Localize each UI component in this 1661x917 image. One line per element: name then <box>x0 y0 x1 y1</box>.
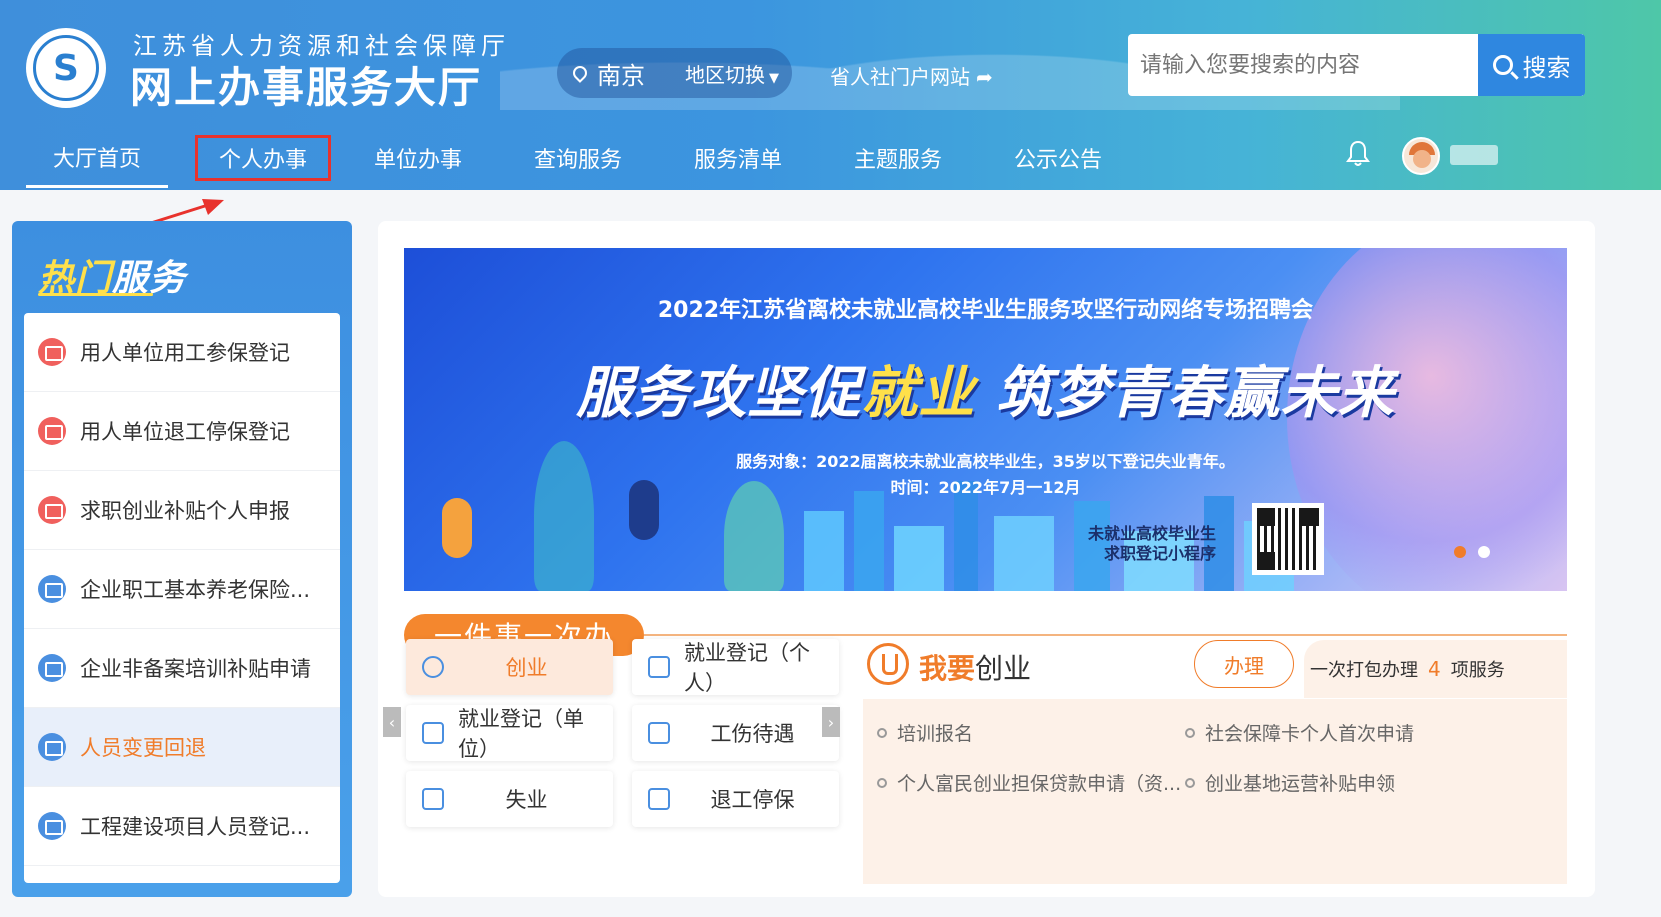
hot-services-list: 用人单位用工参保登记 用人单位退工停保登记 求职创业补贴个人申报 企业职工基本养… <box>24 313 340 883</box>
nav-item-unit[interactable]: 单位办事 <box>338 128 498 188</box>
card-icon <box>38 338 66 366</box>
tile-label: 退工停保 <box>710 788 795 812</box>
hot-title-underline <box>38 293 153 296</box>
doc-icon <box>38 575 66 603</box>
hot-service-label: 求职创业补贴个人申报 <box>80 499 290 523</box>
hot-services-panel: 热门服务 用人单位用工参保登记 用人单位退工停保登记 求职创业补贴个人申报 企业… <box>12 221 352 897</box>
prev-page-button[interactable]: ‹ <box>383 707 401 737</box>
detail-header: 我要创业 办理 一次打包办理 4 项服务 <box>863 639 1567 699</box>
nav-item-theme[interactable]: 主题服务 <box>818 128 978 188</box>
site-title: 网上办事服务大厅 <box>130 63 483 112</box>
location-pin-icon <box>570 63 590 83</box>
region-selector: 南京 地区切换 ▼ <box>557 48 792 98</box>
qr-code <box>1252 503 1324 575</box>
hot-service-label: 用人单位用工参保登记 <box>80 341 290 365</box>
logo-emblem: S <box>33 35 99 101</box>
bullet-icon <box>1185 727 1195 738</box>
region-city: 南京 <box>597 61 645 90</box>
banner-time-text: 时间：2022年7月一12月 <box>890 478 1081 497</box>
banner-subtitle: 2022年江苏省离校未就业高校毕业生服务攻坚行动网络专场招聘会 <box>657 298 1314 323</box>
nav-item-service-list[interactable]: 服务清单 <box>658 128 818 188</box>
service-link[interactable]: 个人富民创业担保贷款申请（资... <box>877 769 1181 796</box>
tile-stop-insurance[interactable]: 退工停保 <box>632 771 839 827</box>
hot-service-item[interactable]: 企业非备案培训补贴申请 <box>24 629 340 708</box>
hot-service-item[interactable]: 求职创业补贴个人申报 <box>24 471 340 550</box>
hot-service-label: 企业非备案培训补贴申请 <box>80 657 311 681</box>
main-content: 2022年江苏省离校未就业高校毕业生服务攻坚行动网络专场招聘会 服务攻坚促就业 … <box>378 221 1595 897</box>
briefcase-icon <box>422 788 444 810</box>
nav-item-personal[interactable]: 个人办事 <box>188 128 338 188</box>
banner-headline: 服务攻坚促就业 筑梦青春赢未来 <box>576 361 1395 426</box>
tile-label: 工伤待遇 <box>710 722 795 746</box>
service-link[interactable]: 创业基地运营补贴申领 <box>1185 769 1395 796</box>
doc-icon <box>38 654 66 682</box>
injury-icon <box>648 722 670 744</box>
one-thing-detail: 我要创业 办理 一次打包办理 4 项服务 培训报名 社会保障卡个人首次申请 个人富民… <box>863 639 1567 884</box>
detail-title: 我要创业 <box>919 652 1032 685</box>
hot-service-item[interactable]: 企业职工基本养老保险... <box>24 550 340 629</box>
service-link[interactable]: 培训报名 <box>877 719 973 746</box>
main-nav: 大厅首页 个人办事 单位办事 查询服务 服务清单 主题服务 公示公告 <box>0 128 1138 190</box>
bullet-icon <box>877 777 887 788</box>
share-icon: ➦ <box>976 65 993 89</box>
hot-service-item-selected[interactable]: 人员变更回退 <box>24 708 340 787</box>
hot-service-label: 工程建设项目人员登记... <box>80 815 311 839</box>
tile-label: 就业登记（单位） <box>458 707 584 761</box>
tile-unemployment[interactable]: 失业 <box>406 771 613 827</box>
tile-employment-personal[interactable]: 就业登记（个人） <box>632 639 839 695</box>
carousel-dot-active[interactable] <box>1454 546 1466 558</box>
runner-figure-icon <box>442 498 472 558</box>
form-edit-icon <box>422 722 444 744</box>
bullet-icon <box>877 727 887 738</box>
handle-button[interactable]: 办理 <box>1194 640 1294 688</box>
card-icon <box>38 417 66 445</box>
next-page-button[interactable]: › <box>822 707 840 737</box>
doc-icon <box>38 733 66 761</box>
hot-service-item[interactable]: 用人单位用工参保登记 <box>24 313 340 392</box>
search-button-label: 搜索 <box>1522 53 1571 82</box>
region-switch-label: 地区切换 <box>685 62 765 87</box>
form-edit-icon <box>648 656 670 678</box>
banner-target-text: 服务对象：2022届离校未就业高校毕业生，35岁以下登记失业青年。 <box>736 452 1235 471</box>
username-redacted[interactable] <box>1450 145 1498 165</box>
truck-icon <box>38 496 66 524</box>
region-switch-button[interactable]: 地区切换 ▼ <box>685 59 779 88</box>
carousel-dots <box>1454 546 1490 558</box>
tile-label: 就业登记（个人） <box>684 641 810 695</box>
search-button[interactable]: 搜索 <box>1478 34 1585 96</box>
doc-icon <box>38 812 66 840</box>
carousel-dot[interactable] <box>1478 546 1490 558</box>
tile-label: 失业 <box>505 788 548 812</box>
tile-employment-unit[interactable]: 就业登记（单位） <box>406 705 613 761</box>
hot-service-label: 人员变更回退 <box>80 736 206 760</box>
nav-item-query[interactable]: 查询服务 <box>498 128 658 188</box>
avatar[interactable] <box>1402 137 1440 175</box>
tile-work-injury[interactable]: 工伤待遇 <box>632 705 839 761</box>
tile-label: 创业 <box>505 656 548 680</box>
nav-item-notice[interactable]: 公示公告 <box>978 128 1138 188</box>
bullet-icon <box>1185 777 1195 788</box>
caret-down-icon: ▼ <box>769 70 779 86</box>
package-summary: 一次打包办理 4 项服务 <box>1304 640 1567 698</box>
hot-service-item[interactable]: 用人单位退工停保登记 <box>24 392 340 471</box>
portal-link[interactable]: 省人社门户网站 ➦ <box>830 61 993 90</box>
nav-item-home[interactable]: 大厅首页 <box>26 128 168 188</box>
banner-qr-label: 未就业高校毕业生 求职登记小程序 <box>1087 524 1216 563</box>
banner-carousel[interactable]: 2022年江苏省离校未就业高校毕业生服务攻坚行动网络专场招聘会 服务攻坚促就业 … <box>404 248 1567 591</box>
hot-service-label: 企业职工基本养老保险... <box>80 578 311 602</box>
hot-service-item[interactable]: 工程建设项目人员登记... <box>24 787 340 866</box>
search-icon <box>1492 55 1513 75</box>
startup-icon <box>422 656 444 678</box>
section-divider <box>644 634 1567 636</box>
document-icon <box>648 788 670 810</box>
header: S 江苏省人力资源和社会保障厅 网上办事服务大厅 南京 地区切换 ▼ 省人社门户网… <box>0 0 1661 190</box>
logo[interactable]: S <box>26 28 106 108</box>
hot-service-label: 用人单位退工停保登记 <box>80 420 290 444</box>
startup-icon <box>867 643 909 685</box>
tile-entrepreneurship[interactable]: 创业 <box>406 639 613 695</box>
portal-link-label: 省人社门户网站 <box>830 65 970 89</box>
bell-icon[interactable] <box>1346 140 1370 168</box>
service-link[interactable]: 社会保障卡个人首次申请 <box>1185 719 1414 746</box>
